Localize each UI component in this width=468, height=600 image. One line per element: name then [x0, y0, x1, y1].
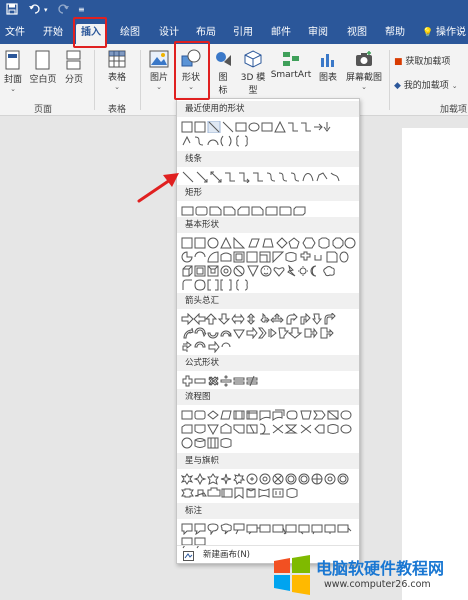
tab-mailings[interactable]: 邮件	[268, 24, 294, 42]
tab-file[interactable]: 文件	[3, 24, 27, 42]
icons-icon	[216, 52, 231, 66]
section-basic-shapes: 基本形状	[177, 217, 359, 233]
section-block-arrows: 箭头总汇	[177, 293, 359, 309]
cover-page-icon	[5, 50, 20, 70]
page-break-icon	[66, 50, 81, 70]
smartart-icon	[283, 52, 299, 66]
flowchart-row-1[interactable]	[181, 409, 357, 421]
shapes-button-highlight	[174, 41, 210, 100]
table-group-label: 表格	[108, 105, 127, 115]
screenshot-icon	[356, 51, 372, 66]
addins-group-label: 加载项	[440, 105, 468, 115]
tab-references[interactable]: 引用	[230, 24, 256, 42]
shapes-gallery: 最近使用的形状 线条 矩形 基本形状 箭头总汇 公式形状 流程图 星与旗帜 标注…	[176, 98, 360, 564]
redo-icon[interactable]	[58, 3, 70, 19]
flowchart-row-3[interactable]	[181, 437, 357, 449]
tab-tell-me[interactable]: 操作说	[436, 24, 468, 42]
tab-review[interactable]: 审阅	[305, 24, 331, 42]
separator	[94, 50, 95, 110]
section-stars-banners: 星与旗帜	[177, 453, 359, 469]
customize-icon[interactable]: ≡	[78, 3, 85, 17]
basic-shapes-row-1[interactable]	[181, 237, 357, 249]
insert-tab-highlight	[73, 17, 107, 48]
cover-page-button[interactable]: 封面 ⌄	[2, 50, 24, 93]
tab-home[interactable]: 开始	[40, 24, 66, 42]
equation-row[interactable]	[181, 375, 357, 387]
section-equation-shapes: 公式形状	[177, 355, 359, 371]
store-icon: ■	[394, 57, 403, 67]
annotation-arrow-icon	[137, 173, 179, 203]
cube-icon	[244, 50, 262, 68]
3d-models-button[interactable]: 3D 模 型	[238, 50, 268, 96]
recent-shapes-row-2[interactable]	[181, 135, 357, 147]
lines-row[interactable]	[181, 171, 357, 183]
section-callouts: 标注	[177, 503, 359, 519]
table-button[interactable]: 表格 ⌄	[104, 50, 130, 91]
my-addins-button[interactable]: ◆ 我的加载项 ⌄	[394, 78, 458, 91]
get-addins-button[interactable]: ■ 获取加载项	[394, 54, 450, 67]
watermark-title: 电脑软硬件教程网	[316, 559, 445, 578]
picture-button[interactable]: 图片 ⌄	[148, 50, 170, 91]
addins-icon: ◆	[394, 81, 401, 91]
screenshot-button[interactable]: 屏幕截图 ⌄	[344, 50, 384, 91]
recent-shapes-row[interactable]	[181, 121, 357, 133]
document-page[interactable]	[402, 128, 468, 600]
tab-view[interactable]: 视图	[344, 24, 370, 42]
tab-design[interactable]: 设计	[156, 24, 182, 42]
lightbulb-icon[interactable]: 💡	[422, 24, 434, 42]
arrows-row-3[interactable]	[181, 341, 357, 353]
rectangles-row[interactable]	[181, 205, 357, 217]
separator	[389, 50, 390, 110]
flowchart-row-2[interactable]	[181, 423, 357, 435]
smartart-button[interactable]: SmartArt	[270, 50, 312, 80]
tab-help[interactable]: 帮助	[382, 24, 408, 42]
basic-shapes-row-3[interactable]	[181, 265, 357, 277]
section-lines: 线条	[177, 151, 359, 167]
save-icon[interactable]	[6, 3, 18, 19]
banners-row[interactable]	[181, 487, 357, 499]
undo-icon[interactable]	[28, 3, 42, 19]
pages-group-label: 页面	[34, 105, 53, 115]
section-flowchart: 流程图	[177, 389, 359, 405]
picture-icon	[149, 50, 169, 68]
tab-layout[interactable]: 布局	[193, 24, 219, 42]
chart-button[interactable]: 图表	[316, 50, 340, 83]
section-rectangles: 矩形	[177, 185, 359, 201]
chart-icon	[321, 54, 334, 67]
separator	[140, 50, 141, 110]
arrows-row-2[interactable]	[181, 327, 357, 339]
title-bar: ▾ ≡	[0, 0, 468, 20]
arrows-row-1[interactable]	[181, 313, 357, 325]
word-window: ▾ ≡ 文件 开始 插入 绘图 设计 布局 引用 邮件 审阅 视图 帮助 💡 操…	[0, 0, 468, 600]
table-icon	[108, 50, 126, 68]
basic-shapes-row-4[interactable]	[181, 279, 357, 291]
callouts-row-1[interactable]	[181, 523, 357, 535]
windows-logo-icon	[274, 555, 310, 595]
blank-page-button[interactable]: 空白页	[28, 50, 58, 85]
tab-draw[interactable]: 绘图	[117, 24, 143, 42]
stars-row-1[interactable]	[181, 473, 357, 485]
blank-page-icon	[35, 50, 50, 70]
new-canvas-icon	[183, 550, 194, 568]
ribbon-tabs: 文件 开始 插入 绘图 设计 布局 引用 邮件 审阅 视图 帮助 💡 操作说	[0, 20, 468, 44]
section-recent-shapes: 最近使用的形状	[177, 101, 359, 117]
watermark-url: www.computer26.com	[324, 579, 431, 590]
watermark: 电脑软硬件教程网 www.computer26.com	[270, 553, 468, 600]
undo-dropdown-icon[interactable]: ▾	[44, 3, 48, 17]
page-break-button[interactable]: 分页	[62, 50, 86, 85]
icons-button[interactable]: 图 标	[212, 50, 234, 96]
basic-shapes-row-2[interactable]	[181, 251, 357, 263]
